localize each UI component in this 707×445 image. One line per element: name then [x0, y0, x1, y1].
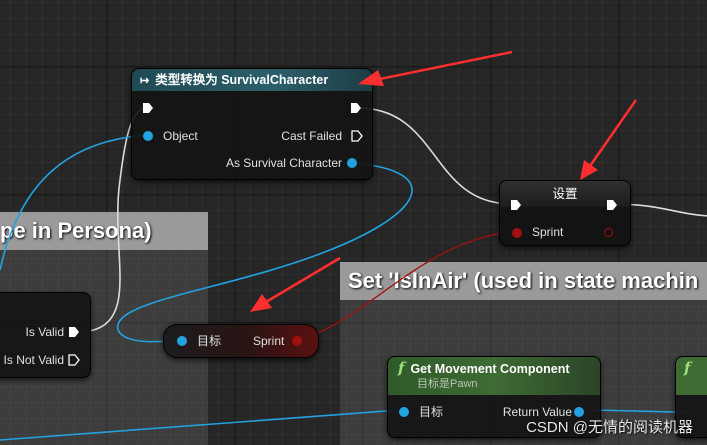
annotation-arrows [250, 50, 638, 312]
blueprint-graph[interactable]: pe in Persona) Set 'IsInAir' (used in st… [0, 0, 707, 445]
watermark: CSDN @无情的阅读机器 [526, 419, 693, 436]
